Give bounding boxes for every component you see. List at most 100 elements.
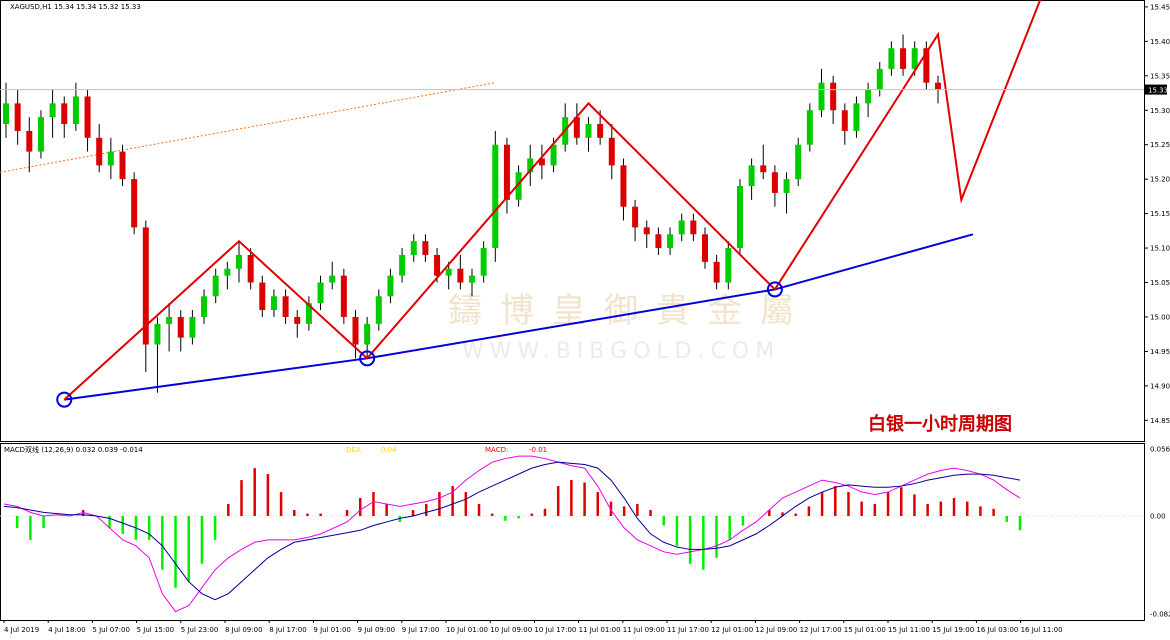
candle-body [702, 234, 708, 262]
candle-body [26, 130, 33, 152]
price-tick-label: 14.95 [1150, 348, 1170, 356]
price-tick-label: 15.40 [1150, 38, 1170, 46]
candle-body [189, 316, 196, 338]
candle-body [585, 124, 592, 138]
price-tick-label: 15.45 [1150, 3, 1170, 11]
candle-body [282, 296, 289, 317]
candle-body [399, 254, 406, 276]
candle-body [14, 103, 21, 131]
time-tick-label: 8 Jul 17:00 [269, 626, 307, 634]
candle-body [259, 282, 266, 311]
price-tick-label: 15.20 [1150, 176, 1170, 184]
price-tick-label: 15.35 [1150, 72, 1170, 80]
time-tick-label: 9 Jul 01:00 [313, 626, 351, 634]
candle-body [818, 82, 825, 111]
candle-body [806, 110, 813, 145]
macd-info: MACD双线 (12,26,9) 0.032 0.039 -0.014 [4, 445, 143, 454]
candle-body [655, 234, 662, 249]
candle-body [736, 186, 743, 249]
candle-body [340, 275, 347, 317]
candle-body [212, 275, 219, 297]
time-tick-label: 4 Jul 2019 [4, 626, 39, 634]
dif-line [3, 455, 1021, 613]
candle-body [713, 261, 720, 283]
candle-body [632, 206, 639, 228]
candle-body [166, 316, 173, 324]
candle-body [422, 241, 429, 255]
candle-body [352, 316, 359, 345]
candle-body [678, 220, 685, 235]
price-tick-label: 15.30 [1150, 107, 1170, 115]
chart-svg[interactable]: 鑄博皇御貴金屬 WWW.BIBGOLD.COM 15.45 15.40 15.35 15… [0, 0, 1170, 636]
time-tick-label: 12 Jul 17:00 [800, 626, 842, 634]
candle-body [748, 165, 755, 187]
candle-body [888, 48, 895, 69]
candle-body [119, 151, 126, 180]
candle-body [201, 296, 208, 317]
candle-body [853, 103, 860, 131]
candle-body [84, 96, 91, 138]
candle-body [154, 323, 161, 345]
candle-body [469, 275, 475, 283]
price-tick-label: 14.85 [1150, 417, 1170, 425]
time-tick-label: 5 Jul 07:00 [92, 626, 130, 634]
time-tick-label: 10 Jul 09:00 [490, 626, 532, 634]
candle-body [771, 172, 778, 193]
candle-body [492, 144, 499, 249]
dea-value: 0.04 [381, 446, 397, 454]
macd-tick-label: 0.00 [1150, 512, 1166, 520]
time-tick-label: 16 Jul 03:00 [976, 626, 1018, 634]
dea-line [3, 461, 1021, 601]
candle-body [935, 82, 941, 90]
candle-body [364, 323, 371, 345]
watermark-chinese: 鑄博皇御貴金屬 [448, 291, 812, 331]
candle-body [457, 268, 464, 283]
time-tick-label: 5 Jul 23:00 [181, 626, 219, 634]
candle-body [236, 254, 242, 269]
chart-root: 鑄博皇御貴金屬 WWW.BIBGOLD.COM 15.45 15.40 15.35 15… [0, 0, 1170, 636]
candle-body [503, 144, 510, 200]
chart-info: XAGUSD,H1 15.34 15.34 15.32 15.33 [10, 3, 141, 11]
candle-body [445, 268, 452, 276]
candle-body [410, 241, 417, 255]
time-tick-label: 15 Jul 11:00 [888, 626, 930, 634]
candle-body [725, 248, 732, 283]
candle-body [841, 110, 848, 131]
candle-body [37, 117, 44, 152]
price-panel-border [0, 0, 1145, 442]
candle-body [329, 275, 336, 283]
candle-body [317, 282, 324, 304]
candle-body [247, 254, 254, 283]
macd-label: MACD: [485, 446, 508, 454]
candle-body [3, 103, 9, 125]
dotted-resistance-line [0, 82, 496, 173]
candle-body [224, 268, 231, 276]
candle-body [434, 254, 441, 276]
candle-body [760, 165, 767, 173]
macd-panel [0, 455, 1144, 613]
time-tick-label: 10 Jul 01:00 [446, 626, 488, 634]
candle-body [608, 137, 615, 166]
candle-body [690, 220, 697, 235]
candle-body [375, 296, 382, 324]
price-tick-label: 15.00 [1150, 313, 1170, 321]
time-tick-label: 4 Jul 18:00 [48, 626, 86, 634]
time-tick-label: 12 Jul 01:00 [711, 626, 753, 634]
price-tick-label: 15.05 [1150, 279, 1170, 287]
time-tick-label: 11 Jul 01:00 [579, 626, 621, 634]
price-tick-label: 15.25 [1150, 141, 1170, 149]
time-tick-label: 5 Jul 15:00 [137, 626, 175, 634]
candle-body [597, 124, 604, 138]
candle-body [876, 68, 883, 90]
time-tick-label: 10 Jul 17:00 [534, 626, 576, 634]
price-tick-label: 15.15 [1150, 210, 1170, 218]
time-tick-label: 11 Jul 09:00 [623, 626, 665, 634]
price-tick-label: 15.10 [1150, 245, 1170, 253]
time-tick-label: 16 Jul 11:00 [1021, 626, 1063, 634]
candle-body [550, 144, 557, 166]
macd-panel-border [0, 443, 1145, 621]
macd-value: -0.01 [529, 446, 547, 454]
candle-body [96, 137, 103, 166]
candle-body [270, 296, 277, 311]
time-tick-label: 9 Jul 09:00 [358, 626, 396, 634]
